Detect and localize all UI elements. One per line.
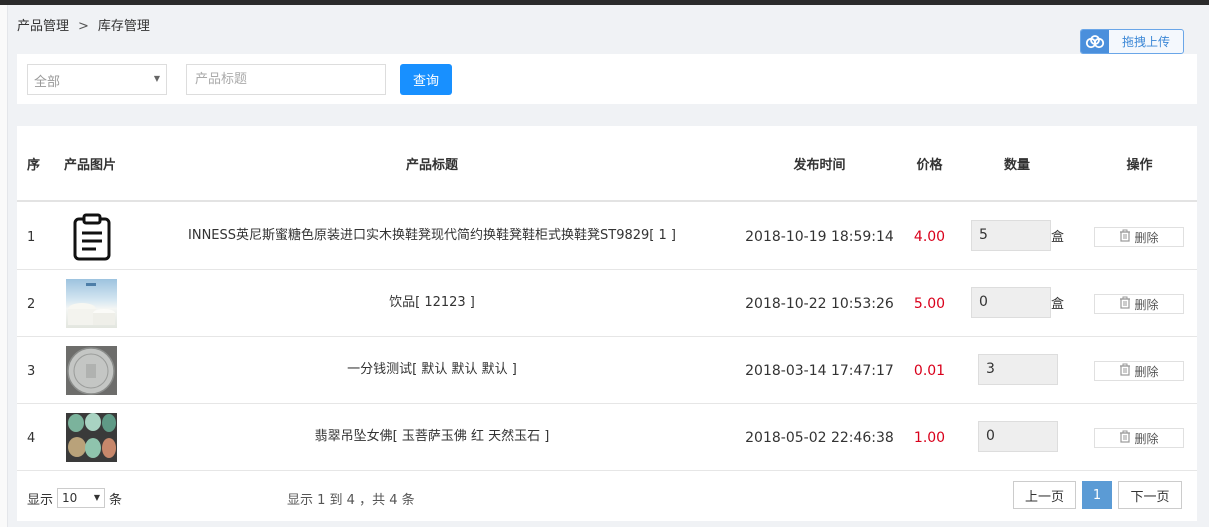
search-panel: 全部 ▼ 查询 xyxy=(17,54,1197,104)
page-1-button[interactable]: 1 xyxy=(1082,481,1112,509)
delete-label: 删除 xyxy=(1134,364,1159,379)
publish-time: 2018-10-22 10:53:26 xyxy=(745,296,894,312)
page-size-select[interactable]: 10 ▼ xyxy=(57,488,106,508)
quantity-input[interactable]: 3 xyxy=(978,354,1058,385)
row-index: 3 xyxy=(27,364,36,379)
row-index: 1 xyxy=(27,230,36,245)
delete-button[interactable]: 删除 xyxy=(1094,227,1184,247)
table-row: 4 翡翠吊坠女佛[ 玉菩萨玉佛 红 天然玉石 ] 2018-05-02 22:4… xyxy=(17,404,1197,471)
quantity-unit: 盒 xyxy=(1051,230,1065,245)
trash-icon xyxy=(1119,296,1131,312)
page-size-value: 10 xyxy=(62,491,78,505)
header-price: 价格 xyxy=(916,158,943,173)
page-size-control: 显示 10 ▼ 条 xyxy=(27,488,122,508)
table-header: 序 产品图片 产品标题 发布时间 价格 数量 操作 xyxy=(17,126,1197,202)
query-button[interactable]: 查询 xyxy=(400,64,452,95)
publish-time: 2018-03-14 17:47:17 xyxy=(745,363,894,379)
quantity-input[interactable]: 5 xyxy=(971,220,1051,251)
product-price: 1.00 xyxy=(913,430,946,446)
header-quantity: 数量 xyxy=(1003,158,1030,173)
product-price: 4.00 xyxy=(913,229,946,245)
header-image: 产品图片 xyxy=(64,158,117,173)
top-bar xyxy=(0,0,1209,5)
title-search-input[interactable] xyxy=(186,64,386,95)
chevron-down-icon: ▼ xyxy=(153,74,160,83)
delete-label: 删除 xyxy=(1134,297,1159,312)
jade-photo xyxy=(66,413,117,462)
product-title: 饮品[ 12123 ] xyxy=(389,295,475,310)
cloud-upload-icon xyxy=(1081,30,1109,53)
header-actions: 操作 xyxy=(1126,158,1153,173)
delete-button[interactable]: 删除 xyxy=(1094,361,1184,381)
breadcrumb-separator: > xyxy=(78,19,89,34)
next-page-button[interactable]: 下一页 xyxy=(1118,481,1182,509)
trash-icon xyxy=(1119,363,1131,379)
breadcrumb-current: 库存管理 xyxy=(97,19,150,34)
table-row: 3 一分钱测试[ 默认 默认 默认 ] 2018-03-14 17:47:17 … xyxy=(17,337,1197,404)
delete-label: 删除 xyxy=(1134,431,1159,446)
table-row: 2 饮品[ 12123 ] 2018-10-22 10:53:26 5.00 0… xyxy=(17,270,1197,337)
upload-label: 拖拽上传 xyxy=(1121,35,1170,49)
show-label: 显示 xyxy=(27,492,54,508)
quantity-input[interactable]: 0 xyxy=(978,421,1058,452)
publish-time: 2018-10-19 18:59:14 xyxy=(745,229,894,245)
quantity-unit: 盒 xyxy=(1051,297,1065,312)
breadcrumb: 产品管理 > 库存管理 xyxy=(17,15,150,34)
left-edge xyxy=(0,5,8,527)
unit-label: 条 xyxy=(109,492,123,508)
quantity-input[interactable]: 0 xyxy=(971,287,1051,318)
product-title: 翡翠吊坠女佛[ 玉菩萨玉佛 红 天然玉石 ] xyxy=(314,429,550,444)
coin-photo xyxy=(66,346,117,395)
product-title: INNESS英尼斯蜜糖色原装进口实木换鞋凳现代简约换鞋凳鞋柜式换鞋凳ST9829… xyxy=(188,228,676,243)
delete-button[interactable]: 删除 xyxy=(1094,294,1184,314)
breadcrumb-parent[interactable]: 产品管理 xyxy=(17,19,69,34)
row-index: 2 xyxy=(27,297,36,312)
drink-photo xyxy=(66,279,117,328)
chevron-down-icon: ▼ xyxy=(93,493,101,502)
category-select[interactable]: 全部 ▼ xyxy=(27,64,167,95)
header-time: 发布时间 xyxy=(793,158,846,173)
product-title: 一分钱测试[ 默认 默认 默认 ] xyxy=(347,362,517,377)
row-index: 4 xyxy=(27,431,36,446)
trash-icon xyxy=(1119,229,1131,245)
product-price: 0.01 xyxy=(913,363,946,379)
publish-time: 2018-05-02 22:46:38 xyxy=(745,430,894,446)
delete-label: 删除 xyxy=(1134,230,1159,245)
prev-page-button[interactable]: 上一页 xyxy=(1013,481,1076,509)
product-price: 5.00 xyxy=(913,296,946,312)
clipboard-icon xyxy=(66,212,117,261)
inventory-table: 序 产品图片 产品标题 发布时间 价格 数量 操作 1 INNESS英尼斯蜜糖色… xyxy=(17,126,1197,521)
delete-button[interactable]: 删除 xyxy=(1094,428,1184,448)
header-title: 产品标题 xyxy=(405,158,458,173)
category-select-value: 全部 xyxy=(34,75,61,90)
table-row: 1 INNESS英尼斯蜜糖色原装进口实木换鞋凳现代简约换鞋凳鞋柜式换鞋凳ST98… xyxy=(17,203,1197,270)
header-index: 序 xyxy=(27,158,41,173)
upload-button[interactable]: 拖拽上传 xyxy=(1080,29,1184,54)
trash-icon xyxy=(1119,430,1131,446)
pagination-info: 显示 1 到 4 ，共 4 条 xyxy=(287,493,415,508)
